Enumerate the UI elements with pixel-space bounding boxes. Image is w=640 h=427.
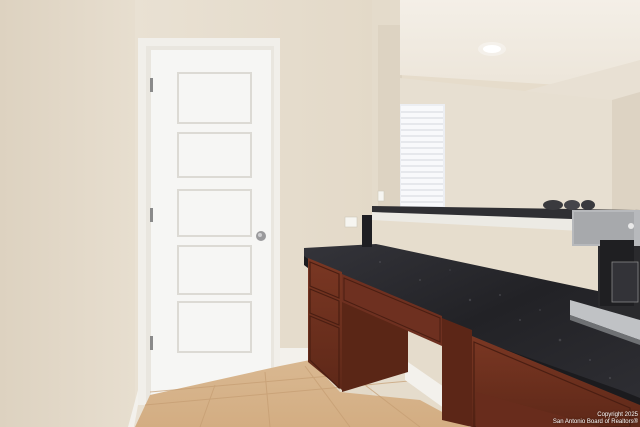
watermark-line-2: San Antonio Board of Realtors®	[552, 419, 638, 425]
left-wall	[0, 0, 135, 427]
countertop-item	[362, 215, 372, 247]
watermark-line-1: Copyright 2025	[597, 412, 638, 418]
photo-scene: Copyright 2025 San Antonio Board of Real…	[0, 0, 640, 427]
right-cabinet	[442, 318, 472, 427]
window-blinds	[400, 104, 445, 208]
room-illustration	[0, 0, 640, 427]
door	[151, 50, 271, 396]
wall-outlet	[344, 216, 358, 228]
light-switch	[377, 190, 385, 202]
copyright-watermark: Copyright 2025 San Antonio Board of Real…	[438, 412, 638, 426]
